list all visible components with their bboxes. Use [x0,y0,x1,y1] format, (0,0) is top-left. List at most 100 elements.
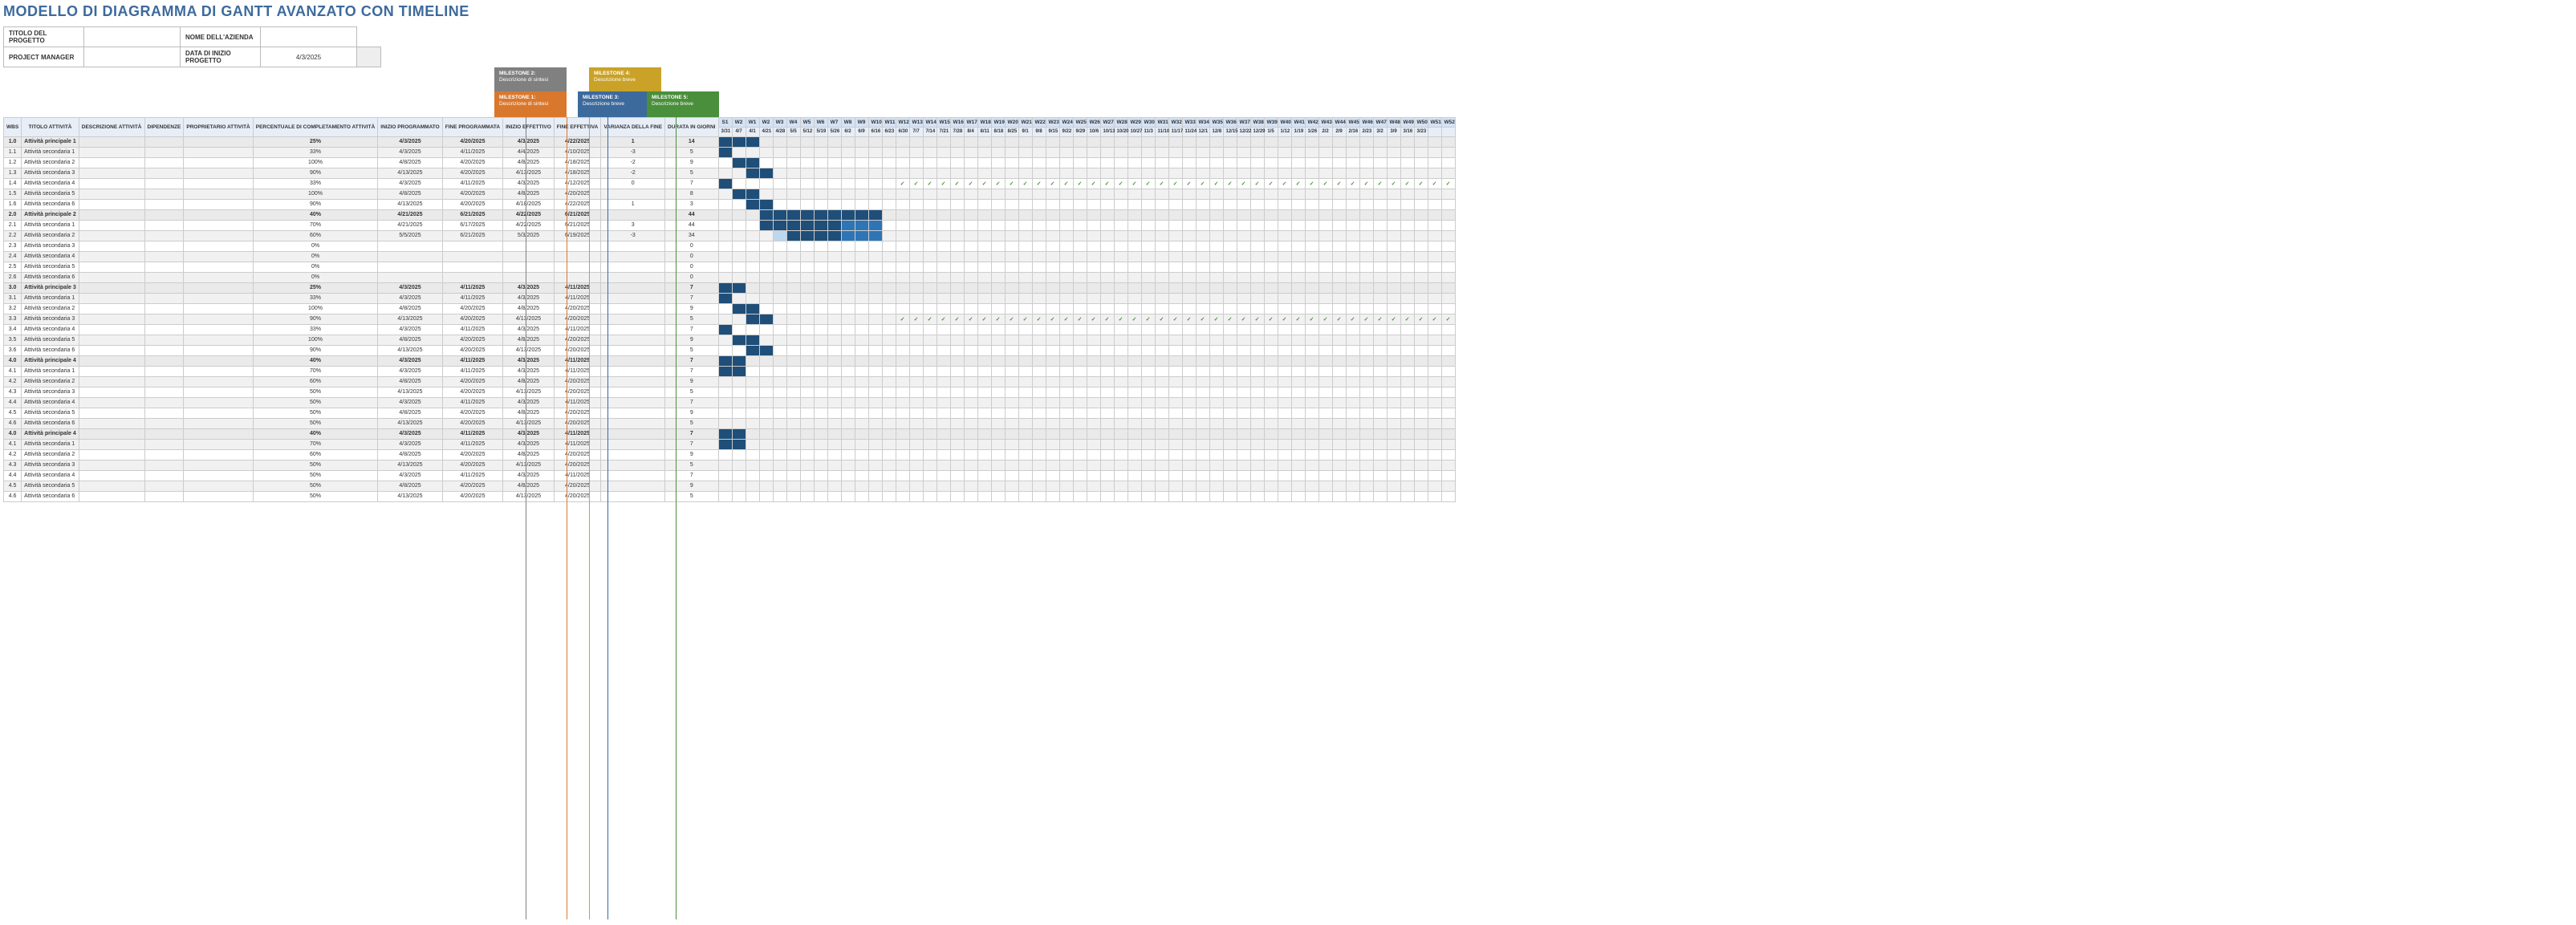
date-header[interactable]: 1/26 [1305,128,1318,137]
timeline-cell[interactable] [1346,376,1359,387]
cell[interactable] [79,408,144,418]
timeline-cell[interactable] [1305,220,1318,230]
timeline-cell[interactable]: ✓ [1441,314,1455,324]
cell[interactable]: 3 [665,199,718,209]
cell[interactable]: 4/8/2025 [378,376,442,387]
timeline-cell[interactable] [923,189,937,199]
timeline-cell[interactable] [1373,449,1387,460]
timeline-cell[interactable] [1059,230,1073,241]
timeline-cell[interactable] [1223,397,1237,408]
cell[interactable] [79,345,144,355]
timeline-cell[interactable] [1196,366,1209,376]
timeline-cell[interactable] [937,335,950,345]
timeline-cell[interactable] [1032,220,1046,230]
timeline-cell[interactable] [1441,230,1455,241]
timeline-cell[interactable] [1196,481,1209,491]
timeline-cell[interactable] [1237,230,1250,241]
cell[interactable]: 60% [253,230,378,241]
cell[interactable]: 1 [601,136,665,147]
timeline-cell[interactable] [1168,491,1182,501]
cell[interactable]: 4/8/2025 [378,189,442,199]
timeline-cell[interactable] [1441,241,1455,251]
timeline-cell[interactable] [814,314,827,324]
cell[interactable]: 4/11/2025 [442,355,502,366]
timeline-cell[interactable] [1373,387,1387,397]
timeline-cell[interactable] [1168,366,1182,376]
cell[interactable] [144,314,184,324]
cell[interactable]: 6/21/2025 [442,209,502,220]
timeline-cell[interactable] [1332,481,1346,491]
timeline-cell[interactable] [1196,428,1209,439]
timeline-cell[interactable] [1400,230,1414,241]
cell[interactable] [79,178,144,189]
cell[interactable]: 4/3/2025 [503,366,555,376]
cell[interactable] [184,460,253,470]
timeline-cell[interactable] [977,366,991,376]
timeline-cell[interactable] [896,355,909,366]
task-row[interactable]: 1.1Attività secondaria 133%4/3/20254/11/… [4,147,1456,157]
timeline-cell[interactable]: ✓ [1182,314,1196,324]
timeline-cell[interactable] [1291,418,1305,428]
timeline-cell[interactable] [1346,230,1359,241]
cell[interactable] [79,272,144,282]
timeline-cell[interactable] [1196,376,1209,387]
timeline-cell[interactable] [1087,147,1100,157]
timeline-cell[interactable] [786,262,800,272]
timeline-cell[interactable] [1387,282,1400,293]
cell[interactable]: 60% [253,376,378,387]
cell[interactable]: 5 [665,147,718,157]
cell[interactable] [184,272,253,282]
cell[interactable]: 4/4/2025 [503,147,555,157]
cell[interactable]: 4/11/2025 [442,470,502,481]
cell[interactable] [79,199,144,209]
timeline-cell[interactable] [1278,345,1291,355]
timeline-cell[interactable] [1073,262,1087,272]
timeline-cell[interactable] [1087,230,1100,241]
timeline-cell[interactable] [1346,241,1359,251]
timeline-cell[interactable] [1059,147,1073,157]
timeline-cell[interactable] [1182,376,1196,387]
timeline-cell[interactable] [759,178,773,189]
date-header[interactable]: 6/16 [868,128,882,137]
task-row[interactable]: 4.4Attività secondaria 450%4/3/20254/11/… [4,470,1456,481]
timeline-cell[interactable] [1441,408,1455,418]
timeline-cell[interactable] [1087,335,1100,345]
cell[interactable] [601,439,665,449]
timeline-cell[interactable] [1114,449,1128,460]
cell[interactable]: 1.5 [4,189,22,199]
timeline-cell[interactable] [746,345,759,355]
timeline-cell[interactable] [1291,168,1305,178]
timeline-cell[interactable] [1332,230,1346,241]
timeline-cell[interactable] [718,418,732,428]
timeline-cell[interactable] [1155,449,1168,460]
timeline-cell[interactable] [841,449,855,460]
timeline-cell[interactable] [1018,397,1032,408]
timeline-cell[interactable] [746,136,759,147]
week-header[interactable]: W24 [1059,118,1073,128]
timeline-cell[interactable] [1237,220,1250,230]
week-header[interactable]: W3 [773,118,786,128]
date-header[interactable]: 5/19 [814,128,827,137]
timeline-cell[interactable] [1182,449,1196,460]
timeline-cell[interactable] [827,345,841,355]
timeline-cell[interactable] [1332,282,1346,293]
timeline-cell[interactable] [1114,418,1128,428]
timeline-cell[interactable] [1414,345,1428,355]
timeline-cell[interactable] [1155,418,1168,428]
timeline-cell[interactable] [1441,355,1455,366]
task-row[interactable]: 4.3Attività secondaria 350%4/13/20254/20… [4,387,1456,397]
task-row[interactable]: 3.5Attività secondaria 5100%4/8/20254/20… [4,335,1456,345]
cell[interactable]: 3.2 [4,303,22,314]
date-header[interactable]: 12/1 [1196,128,1209,137]
timeline-cell[interactable] [718,491,732,501]
timeline-cell[interactable] [1168,387,1182,397]
cell[interactable] [144,491,184,501]
timeline-cell[interactable] [977,293,991,303]
cell[interactable] [144,408,184,418]
cell[interactable]: 0 [665,272,718,282]
date-header[interactable]: 4/7 [732,128,746,137]
cell[interactable] [601,491,665,501]
timeline-cell[interactable] [718,136,732,147]
timeline-cell[interactable] [1100,460,1114,470]
timeline-cell[interactable] [1005,418,1018,428]
